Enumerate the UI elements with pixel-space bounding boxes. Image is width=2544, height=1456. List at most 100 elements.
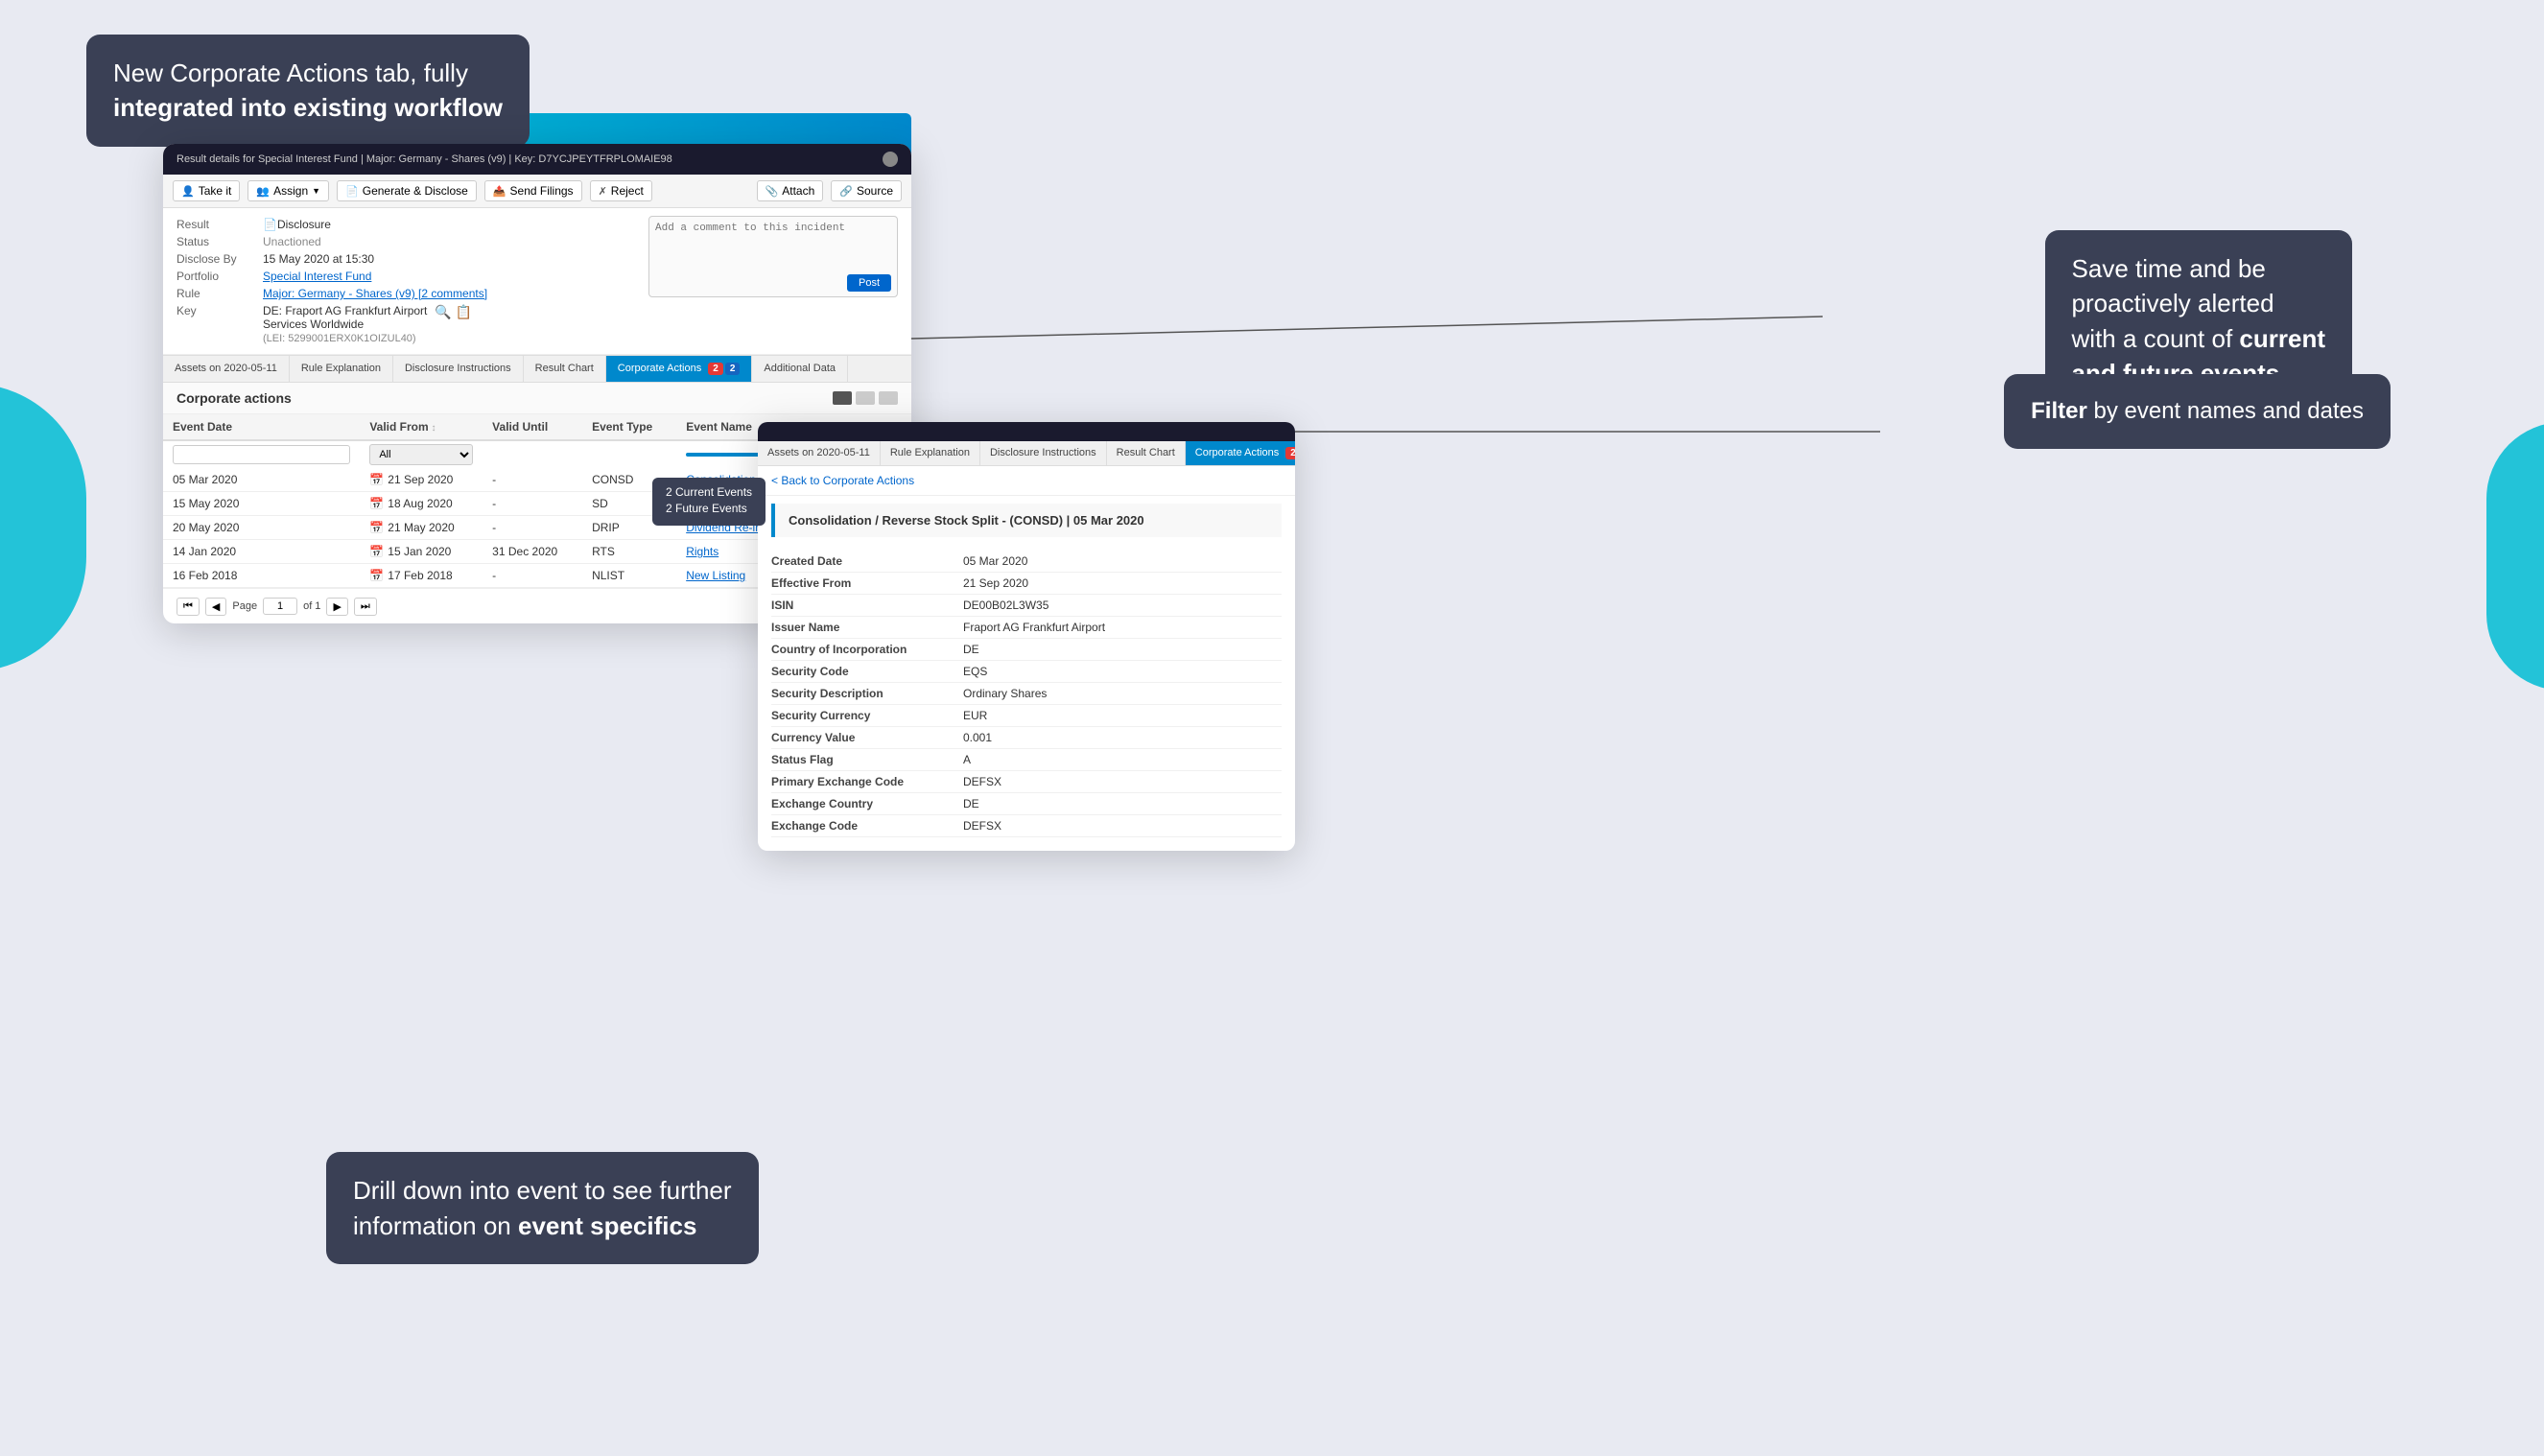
comment-textarea[interactable]: [649, 217, 897, 270]
prev-page-btn[interactable]: ◀: [205, 598, 226, 616]
cell-date-2: 20 May 2020: [163, 516, 360, 540]
page-input[interactable]: [263, 598, 297, 615]
portfolio-value[interactable]: Special Interest Fund: [263, 270, 371, 283]
tooltip-filter: Filter by event names and dates: [2004, 374, 2391, 449]
col-event-date: Event Date: [163, 414, 360, 440]
first-page-btn[interactable]: ⏮: [177, 598, 200, 616]
cyan-circle-left: [0, 384, 86, 671]
cell-date-1: 15 May 2020: [163, 492, 360, 516]
take-it-icon: 👤: [181, 185, 195, 198]
detail-field-isin: ISIN DE00B02L3W35: [771, 595, 1282, 617]
detail-field-exchange-country: Exchange Country DE: [771, 793, 1282, 815]
detail-badge: 2 2: [1285, 447, 1295, 459]
cell-valid-until-1: -: [483, 492, 582, 516]
tooltip-drill-bold: event specifics: [518, 1211, 696, 1240]
detail-tab-assets[interactable]: Assets on 2020-05-11: [758, 441, 881, 465]
reject-label: Reject: [611, 184, 644, 198]
generate-disclose-button[interactable]: 📄 Generate & Disclose: [337, 180, 477, 201]
tab-assets[interactable]: Assets on 2020-05-11: [163, 356, 290, 382]
attach-icon: 📎: [766, 185, 779, 198]
page-label: Page: [232, 600, 257, 612]
grid-view-icon[interactable]: [856, 391, 875, 405]
send-filings-icon: 📤: [493, 185, 506, 198]
take-it-button[interactable]: 👤 Take it: [173, 180, 240, 201]
detail-fields: Created Date 05 Mar 2020 Effective From …: [758, 545, 1295, 851]
source-button[interactable]: 🔗 Source: [831, 180, 902, 201]
tab-corporate-actions[interactable]: Corporate Actions 2 2: [606, 356, 753, 382]
detail-tab-chart[interactable]: Result Chart: [1107, 441, 1186, 465]
detail-field-security-code: Security Code EQS: [771, 661, 1282, 683]
cell-valid-from-3: 📅15 Jan 2020: [360, 540, 483, 564]
disclose-by-label: Disclose By: [177, 252, 263, 266]
cell-valid-from-2: 📅21 May 2020: [360, 516, 483, 540]
page-wrapper: New Corporate Actions tab, fully integra…: [0, 0, 2544, 1456]
filter-valid-from-select[interactable]: All: [369, 444, 473, 465]
compact-view-icon[interactable]: [879, 391, 898, 405]
key-icon-1[interactable]: 🔍: [435, 304, 451, 320]
assign-label: Assign: [273, 184, 308, 198]
tabs-bar: Assets on 2020-05-11 Rule Explanation Di…: [163, 355, 911, 383]
detail-field-security-desc: Security Description Ordinary Shares: [771, 683, 1282, 705]
window-titlebar: Result details for Special Interest Fund…: [163, 144, 911, 175]
tooltip-drill-l2: information on: [353, 1211, 518, 1240]
filter-event-type: [582, 440, 676, 468]
detail-tabs: Assets on 2020-05-11 Rule Explanation Di…: [758, 441, 1295, 466]
send-filings-label: Send Filings: [510, 184, 574, 198]
detail-event-title: Consolidation / Reverse Stock Split - (C…: [771, 504, 1282, 537]
tooltip-right-bold1: current: [2239, 324, 2325, 353]
cell-valid-from-0: 📅21 Sep 2020: [360, 468, 483, 492]
tooltip-right-l3: with a count of: [2072, 324, 2240, 353]
view-toggle: [833, 391, 898, 405]
detail-field-country-incorporation: Country of Incorporation DE: [771, 639, 1282, 661]
corp-actions-header: Corporate actions: [163, 383, 911, 414]
back-to-corp-actions[interactable]: Back to Corporate Actions: [758, 466, 1295, 496]
disclose-by-value: 15 May 2020 at 15:30: [263, 252, 374, 266]
filter-valid-until: [483, 440, 582, 468]
rule-value[interactable]: Major: Germany - Shares (v9) [2 comments…: [263, 287, 487, 300]
assign-button[interactable]: 👥 Assign ▼: [247, 180, 329, 201]
key-value: DE: Fraport AG Frankfurt Airport Service…: [263, 304, 427, 344]
detail-tab-disclosure[interactable]: Disclosure Instructions: [980, 441, 1107, 465]
events-popup: 2 Current Events 2 Future Events: [652, 478, 766, 526]
detail-field-security-currency: Security Currency EUR: [771, 705, 1282, 727]
assign-icon: 👥: [256, 185, 270, 198]
current-events-text: 2 Current Events: [666, 485, 752, 499]
list-view-icon[interactable]: [833, 391, 852, 405]
result-value-icon: 📄: [263, 218, 277, 231]
detail-tab-corp-actions[interactable]: Corporate Actions 2 2: [1186, 441, 1295, 465]
reject-button[interactable]: ✗ Reject: [590, 180, 652, 201]
cell-event-type-4: NLIST: [582, 564, 676, 588]
tab-result-chart[interactable]: Result Chart: [524, 356, 606, 382]
attach-button[interactable]: 📎 Attach: [757, 180, 824, 201]
close-button[interactable]: [883, 152, 898, 167]
detail-window: Assets on 2020-05-11 Rule Explanation Di…: [758, 422, 1295, 851]
detail-badge-red: 2: [1285, 447, 1295, 459]
take-it-label: Take it: [199, 184, 232, 198]
next-page-btn[interactable]: ▶: [326, 598, 347, 616]
status-value: Unactioned: [263, 235, 321, 248]
filter-event-date-input[interactable]: [173, 445, 350, 464]
tooltip-top-left: New Corporate Actions tab, fully integra…: [86, 35, 530, 147]
last-page-btn[interactable]: ⏭: [354, 598, 377, 616]
comment-area: Post: [648, 216, 898, 297]
tab-rule[interactable]: Rule Explanation: [290, 356, 393, 382]
cell-date-4: 16 Feb 2018: [163, 564, 360, 588]
fields-section: Result 📄 Disclosure Status Unactioned Di…: [163, 208, 911, 355]
back-link-text: Back to Corporate Actions: [781, 474, 914, 487]
cell-valid-from-1: 📅18 Aug 2020: [360, 492, 483, 516]
send-filings-button[interactable]: 📤 Send Filings: [484, 180, 582, 201]
col-valid-from[interactable]: Valid From: [360, 414, 483, 440]
key-icon-2[interactable]: 📋: [456, 304, 472, 320]
post-button[interactable]: Post: [847, 274, 891, 292]
detail-field-issuer: Issuer Name Fraport AG Frankfurt Airport: [771, 617, 1282, 639]
tab-additional[interactable]: Additional Data: [752, 356, 848, 382]
detail-tab-rule[interactable]: Rule Explanation: [881, 441, 980, 465]
attach-label: Attach: [782, 184, 814, 198]
tab-disclosure[interactable]: Disclosure Instructions: [393, 356, 524, 382]
badge-red: 2: [708, 363, 723, 375]
window-title: Result details for Special Interest Fund…: [177, 153, 672, 165]
tooltip-right-l1: Save time and be: [2072, 254, 2266, 283]
tooltip-top-left-bold: integrated into existing workflow: [113, 93, 503, 122]
cyan-circle-right: [2486, 422, 2544, 691]
tooltip-drill: Drill down into event to see further inf…: [326, 1152, 759, 1264]
